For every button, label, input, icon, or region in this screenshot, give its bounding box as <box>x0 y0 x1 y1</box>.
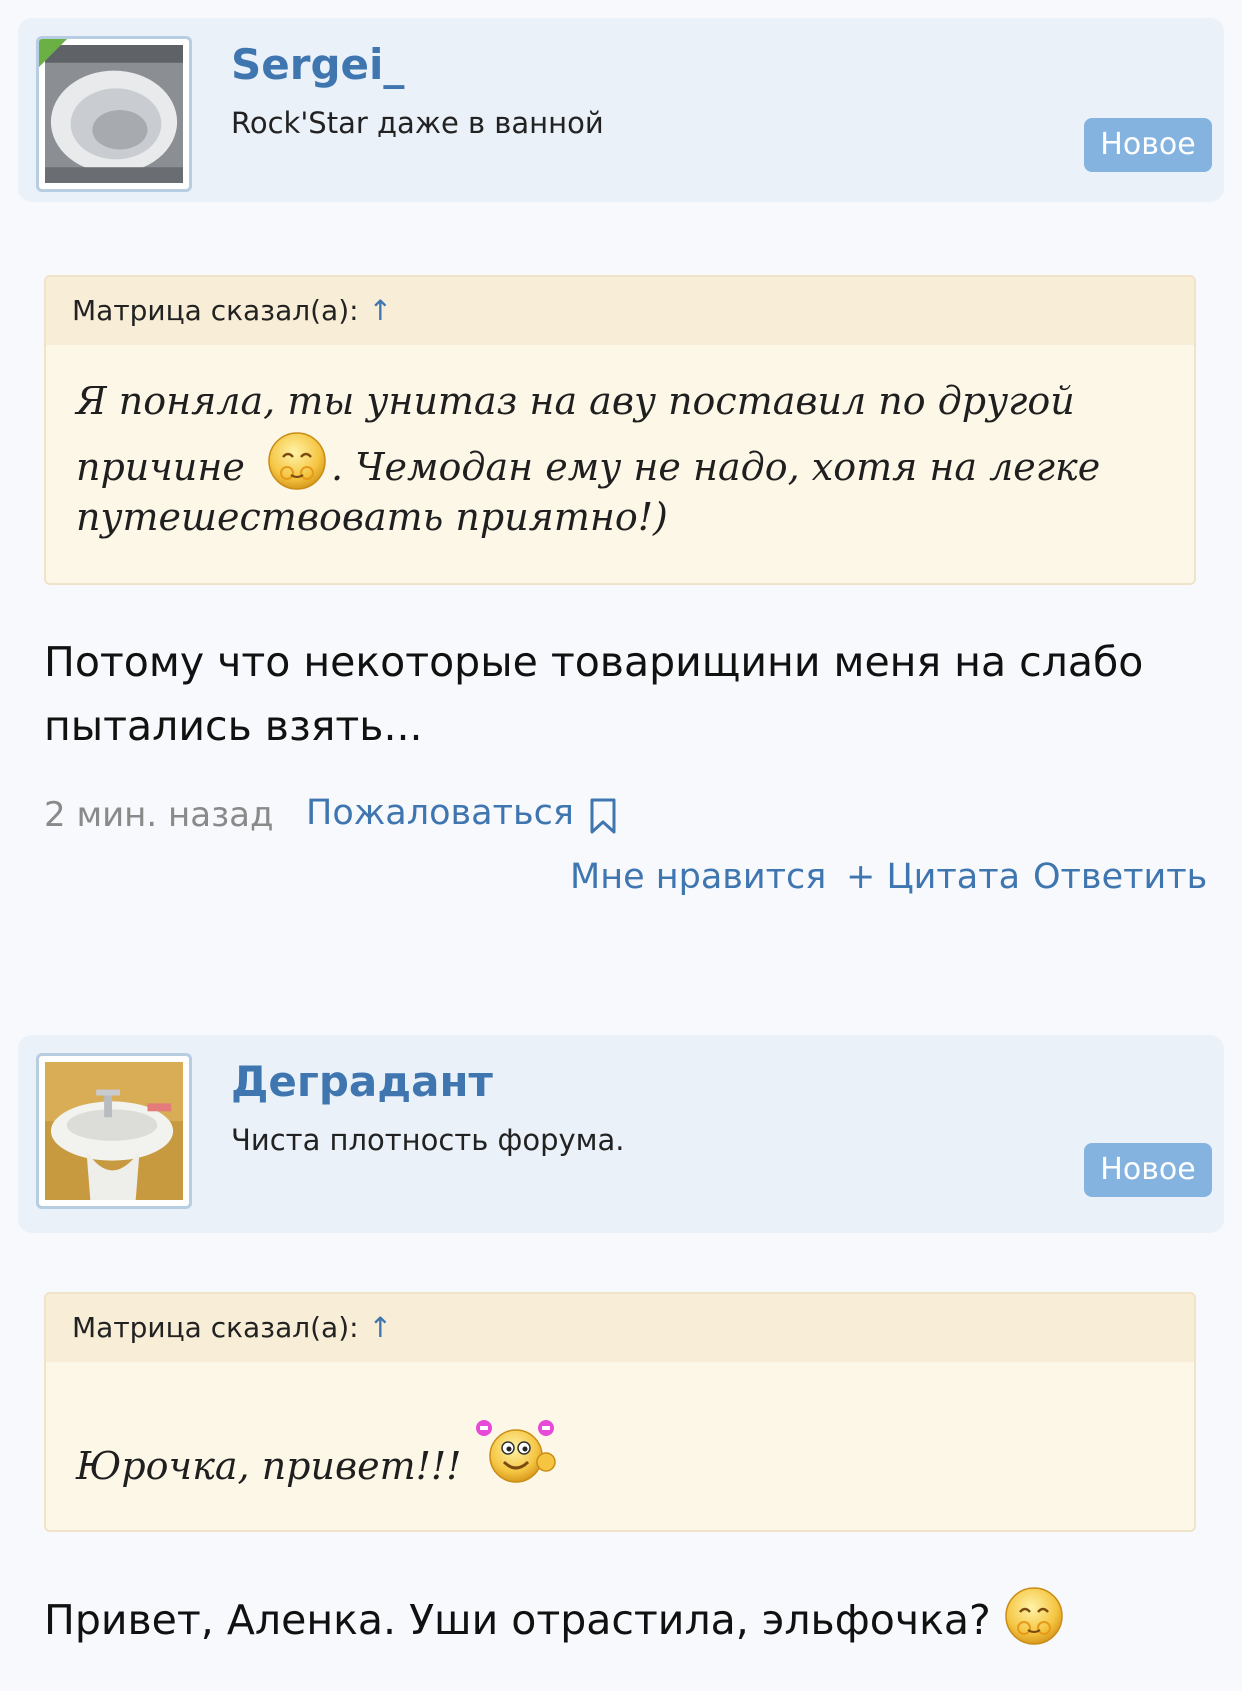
quote-author: Матрица сказал(а): <box>72 1311 359 1344</box>
user-title: Чиста плотность форума. <box>231 1123 625 1157</box>
quote-header: Матрица сказал(а): ↑ <box>46 1294 1194 1362</box>
quote-line-2a: причине <box>76 445 245 489</box>
quote-header: Матрица сказал(а): ↑ <box>46 277 1194 345</box>
username[interactable]: Деградант <box>231 1057 493 1106</box>
sink-avatar-image <box>45 1062 183 1200</box>
reply-link[interactable]: Ответить <box>1033 857 1207 897</box>
user-avatar[interactable] <box>36 36 192 192</box>
username[interactable]: Sergei_ <box>231 40 404 89</box>
user-title: Rock'Star даже в ванной <box>231 106 604 140</box>
smiley-blush-icon <box>1005 1587 1063 1645</box>
message-text: Потому что некоторые товарищини меня на … <box>44 630 1194 758</box>
message-line-1: Потому что некоторые товарищини меня на … <box>44 638 1144 686</box>
bookmark-icon[interactable] <box>588 797 618 835</box>
message-text: Привет, Аленка. Уши отрастила, эльфочка? <box>44 1587 1194 1652</box>
new-badge: Новое <box>1084 118 1212 172</box>
online-indicator <box>39 39 71 71</box>
new-badge: Новое <box>1084 1143 1212 1197</box>
message-line-2: пытались взять... <box>44 702 423 750</box>
smiley-blush-icon <box>268 431 326 490</box>
quote-line-1: Я поняла, ты унитаз на аву поставил по д… <box>76 379 1075 423</box>
report-link[interactable]: Пожаловаться <box>306 793 574 833</box>
quote-author: Матрица сказал(а): <box>72 294 359 327</box>
quote-block: Матрица сказал(а): ↑ Я поняла, ты унитаз … <box>44 275 1196 585</box>
quote-jump-arrow[interactable]: ↑ <box>369 1311 392 1344</box>
message-line-1: Привет, Аленка. Уши отрастила, эльфочка? <box>44 1596 991 1644</box>
quote-link[interactable]: + Цитата <box>846 857 1020 897</box>
quote-line-2b: . Чемодан ему не надо, хотя на легке <box>331 445 1101 489</box>
quote-line-3: путешествовать приятно!) <box>76 495 668 539</box>
post-header: Деградант Чиста плотность форума. Новое <box>18 1035 1224 1233</box>
quote-block: Матрица сказал(а): ↑ Юрочка, привет!!! <box>44 1292 1196 1532</box>
like-link[interactable]: Мне нравится <box>570 857 826 897</box>
user-avatar[interactable] <box>36 1053 192 1209</box>
quote-jump-arrow[interactable]: ↑ <box>369 294 392 327</box>
post-time: 2 мин. назад <box>44 795 274 835</box>
smiley-waving-icon <box>476 1420 556 1483</box>
post-header: Sergei_ Rock'Star даже в ванной Новое <box>18 18 1224 202</box>
quote-line-2: причине . Чемодан ему не надо, хотя на л… <box>76 431 1101 491</box>
quote-line-1: Юрочка, привет!!! <box>76 1444 462 1488</box>
